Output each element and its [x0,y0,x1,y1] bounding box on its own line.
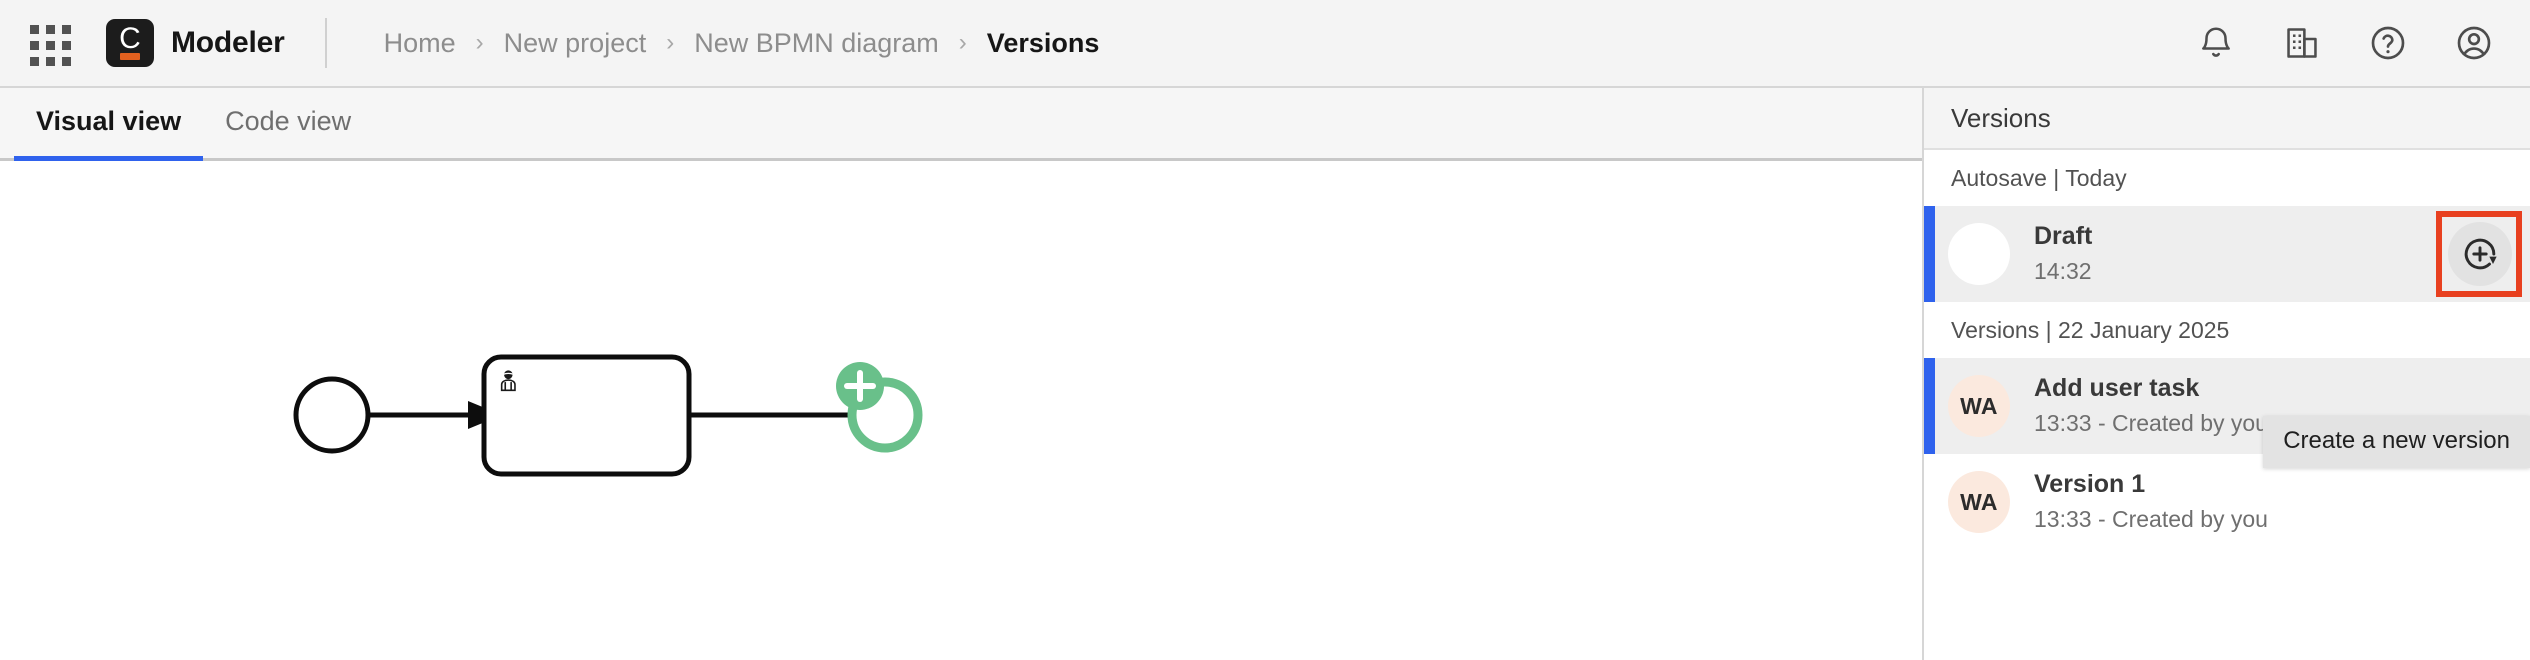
versions-panel: Versions Autosave | Today Draft 14:32 Ve… [1922,88,2530,660]
versions-panel-title: Versions [1924,88,2530,150]
logo-accent-bar [120,53,140,60]
top-bar-actions [2186,0,2504,86]
topbar-divider [324,18,327,68]
tab-label: Visual view [36,106,182,136]
avatar: WA [1948,375,2010,437]
brand[interactable]: C Modeler [106,19,285,67]
help-question-icon[interactable] [2358,13,2418,73]
breadcrumb-item-home[interactable]: Home [384,28,456,59]
version-list-item-draft[interactable]: Draft 14:32 [1924,206,2530,302]
version-group-label-versions: Versions | 22 January 2025 [1924,302,2530,358]
version-item-text: Version 1 13:33 - Created by you [2034,469,2268,534]
view-tabs: Visual view Code view [0,88,1922,161]
bpmn-canvas[interactable] [0,164,1922,660]
tooltip-create-new-version: Create a new version [2263,416,2530,468]
version-item-subtitle: 13:33 - Created by you [2034,409,2268,436]
version-item-text: Add user task 13:33 - Created by you [2034,373,2268,438]
breadcrumb-separator: › [666,29,675,56]
bpmn-start-event[interactable] [293,376,371,454]
breadcrumb: Home › New project › New BPMN diagram › … [384,28,1100,59]
app-name: Modeler [171,26,285,59]
modeler-app-window: C Modeler Home › New project › New BPMN … [0,0,2530,660]
camunda-logo-icon: C [106,19,154,67]
grid-apps-icon[interactable] [22,17,74,69]
avatar [1948,223,2010,285]
logo-letter: C [119,22,141,55]
breadcrumb-separator: › [958,29,967,56]
bpmn-diagram [293,354,923,477]
tab-label: Code view [225,106,352,136]
tab-code-view[interactable]: Code view [203,85,373,158]
version-item-title: Version 1 [2034,470,2146,499]
version-item-title: Add user task [2034,374,2200,403]
breadcrumb-item-versions: Versions [986,27,1100,58]
version-list-item-version-1[interactable]: WA Version 1 13:33 - Created by you [1924,454,2530,550]
user-account-icon[interactable] [2444,13,2504,73]
organization-building-icon[interactable] [2272,13,2332,73]
version-item-title: Draft [2034,222,2093,251]
top-bar: C Modeler Home › New project › New BPMN … [0,0,2530,88]
breadcrumb-item-new-bpmn-diagram[interactable]: New BPMN diagram [694,28,939,59]
avatar: WA [1948,471,2010,533]
breadcrumb-item-new-project[interactable]: New project [504,28,647,59]
version-group-label-autosave: Autosave | Today [1924,150,2530,206]
tab-visual-view[interactable]: Visual view [14,85,204,161]
bpmn-user-task[interactable] [481,354,692,477]
create-new-version-icon[interactable] [2448,222,2512,286]
version-item-subtitle: 13:33 - Created by you [2034,505,2268,532]
version-item-text: Draft 14:32 [2034,221,2092,286]
notifications-bell-icon[interactable] [2186,13,2246,73]
version-item-subtitle: 14:32 [2034,257,2092,284]
breadcrumb-separator: › [475,29,484,56]
